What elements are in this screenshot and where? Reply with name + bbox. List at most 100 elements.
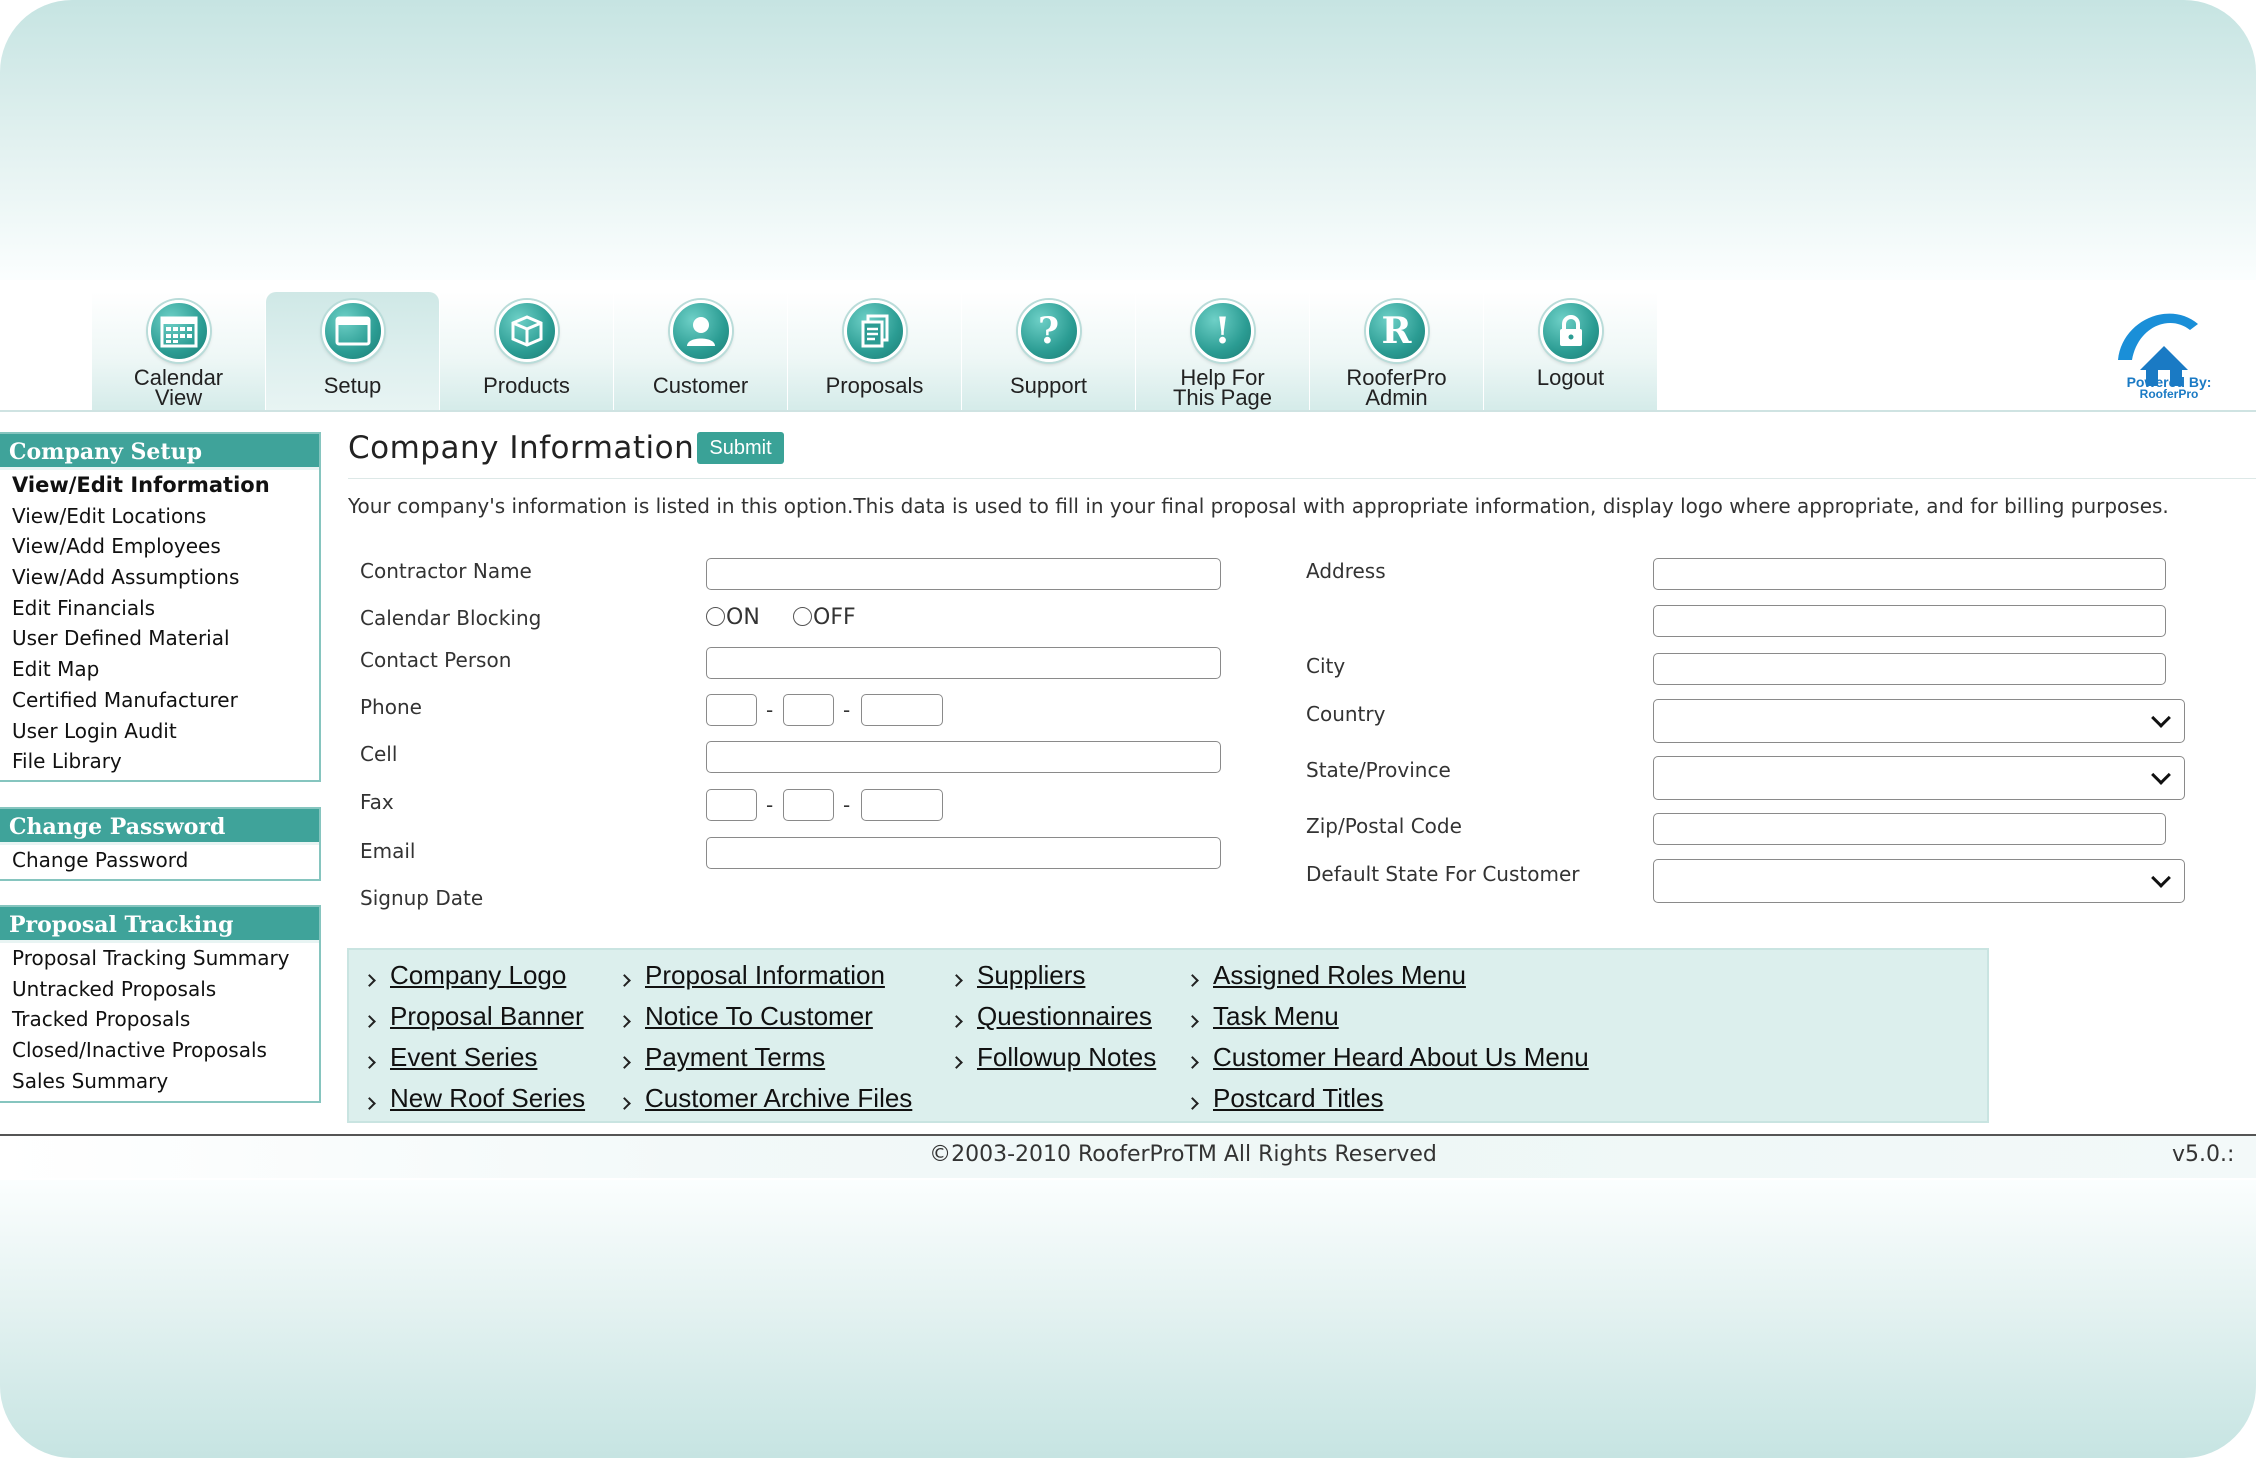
- sidebar-item-certified-manufacturer[interactable]: Certified Manufacturer: [0, 685, 319, 716]
- lock-icon: [1539, 300, 1602, 362]
- calendar-blocking-off-radio[interactable]: [793, 607, 812, 626]
- tab-label: RooferPro Admin: [1346, 365, 1447, 410]
- link-label: Assigned Roles Menu: [1213, 960, 1466, 990]
- app-window: Calendar View Setup Products Customer Pr…: [0, 0, 2256, 1458]
- link-label: Customer Heard About Us Menu: [1213, 1042, 1589, 1072]
- calendar-blocking-label: Calendar Blocking: [360, 606, 542, 630]
- address-line1-field[interactable]: [1653, 558, 2166, 590]
- default-state-label: Default State For Customer: [1306, 862, 1580, 886]
- tab-help[interactable]: ! Help For This Page: [1136, 292, 1309, 412]
- fax-area-code-field[interactable]: [706, 789, 757, 821]
- sidebar-item-user-defined-material[interactable]: User Defined Material: [0, 623, 319, 654]
- phone-line-field[interactable]: [861, 694, 943, 726]
- link-label: Questionnaires: [977, 1001, 1152, 1031]
- tab-label: Customer: [652, 373, 749, 398]
- sidebar-change-password: Change Password Change Password: [0, 807, 321, 881]
- country-select[interactable]: [1653, 699, 2185, 743]
- sidebar-item-change-password[interactable]: Change Password: [0, 845, 319, 876]
- setup-links-panel: [347, 948, 1989, 1123]
- tab-support[interactable]: ? Support: [962, 292, 1135, 412]
- city-label: City: [1306, 654, 1346, 678]
- calendar-blocking-on-radio[interactable]: [706, 607, 725, 626]
- tab-label: Support: [1009, 373, 1088, 398]
- exclamation-icon: !: [1191, 300, 1254, 362]
- fax-prefix-field[interactable]: [783, 789, 834, 821]
- link-label: Suppliers: [977, 960, 1086, 990]
- phone-prefix-field[interactable]: [783, 694, 834, 726]
- version-text: v5.0.:: [2172, 1142, 2235, 1167]
- page-title: Company Information: [348, 430, 695, 466]
- nav-divider: [0, 410, 2256, 412]
- phone-label: Phone: [360, 695, 422, 719]
- sidebar-company-setup: Company Setup View/Edit Information View…: [0, 432, 321, 782]
- contractor-name-field[interactable]: [706, 558, 1221, 590]
- sidebar-item-closed-inactive-proposals[interactable]: Closed/Inactive Proposals: [0, 1035, 319, 1066]
- tab-rooferpro-admin[interactable]: R RooferPro Admin: [1310, 292, 1483, 412]
- cell-label: Cell: [360, 742, 398, 766]
- sidebar-item-view-add-employees[interactable]: View/Add Employees: [0, 531, 319, 562]
- sidebar-item-edit-map[interactable]: Edit Map: [0, 654, 319, 685]
- tab-setup[interactable]: Setup: [266, 292, 439, 412]
- fax-line-field[interactable]: [861, 789, 943, 821]
- window-icon: [321, 300, 384, 362]
- sidebar-item-edit-financials[interactable]: Edit Financials: [0, 593, 319, 624]
- chevron-down-icon: [2151, 708, 2171, 728]
- chevron-down-icon: [2151, 765, 2171, 785]
- person-icon: [669, 300, 732, 362]
- box-icon: [495, 300, 558, 362]
- footer-background: [0, 1180, 2256, 1458]
- city-field[interactable]: [1653, 653, 2166, 685]
- fax-separator: -: [766, 793, 774, 817]
- email-field[interactable]: [706, 837, 1221, 869]
- sidebar-item-tracked-proposals[interactable]: Tracked Proposals: [0, 1004, 319, 1035]
- link-label: Company Logo: [390, 960, 567, 990]
- link-label: Payment Terms: [645, 1042, 826, 1072]
- link-label: Proposal Information: [645, 960, 885, 990]
- fax-separator: -: [843, 793, 851, 817]
- sidebar-item-file-library[interactable]: File Library: [0, 746, 319, 777]
- copyright-text: ©2003-2010 RooferProTM All Rights Reserv…: [929, 1142, 1437, 1167]
- sidebar-proposal-tracking: Proposal Tracking Proposal Tracking Summ…: [0, 905, 321, 1103]
- tab-calendar-view[interactable]: Calendar View: [92, 292, 265, 412]
- tab-label: Proposals: [825, 373, 924, 398]
- link-label: Customer Archive Files: [645, 1083, 913, 1113]
- phone-separator: -: [766, 698, 774, 722]
- sidebar-item-view-add-assumptions[interactable]: View/Add Assumptions: [0, 562, 319, 593]
- tab-logout[interactable]: Logout: [1484, 292, 1657, 412]
- state-province-label: State/Province: [1306, 758, 1451, 782]
- address-line2-field[interactable]: [1653, 605, 2166, 637]
- sidebar-item-view-edit-locations[interactable]: View/Edit Locations: [0, 501, 319, 532]
- state-province-select[interactable]: [1653, 756, 2185, 800]
- sidebar-heading: Proposal Tracking: [0, 907, 319, 943]
- link-label: Notice To Customer: [645, 1001, 873, 1031]
- sidebar-heading: Change Password: [0, 809, 319, 845]
- sidebar-item-user-login-audit[interactable]: User Login Audit: [0, 716, 319, 747]
- sidebar-item-sales-summary[interactable]: Sales Summary: [0, 1066, 319, 1097]
- phone-area-code-field[interactable]: [706, 694, 757, 726]
- zip-postal-code-field[interactable]: [1653, 813, 2166, 845]
- sidebar-item-proposal-tracking-summary[interactable]: Proposal Tracking Summary: [0, 943, 319, 974]
- country-label: Country: [1306, 702, 1386, 726]
- contact-person-field[interactable]: [706, 647, 1221, 679]
- tab-proposals[interactable]: Proposals: [788, 292, 961, 412]
- cell-field[interactable]: [706, 741, 1221, 773]
- link-label: Proposal Banner: [390, 1001, 584, 1031]
- page-description: Your company's information is listed in …: [348, 494, 2169, 518]
- tab-products[interactable]: Products: [440, 292, 613, 412]
- link-label: Task Menu: [1213, 1001, 1339, 1031]
- address-label: Address: [1306, 559, 1386, 583]
- submit-button[interactable]: Submit: [697, 432, 784, 464]
- tab-customer[interactable]: Customer: [614, 292, 787, 412]
- tab-label: Help For This Page: [1172, 365, 1273, 410]
- link-label: Postcard Titles: [1213, 1083, 1384, 1113]
- sidebar-item-view-edit-information[interactable]: View/Edit Information: [0, 470, 319, 501]
- header-background: [0, 0, 2256, 280]
- default-state-select[interactable]: [1653, 859, 2185, 903]
- powered-by-text: Powered By: RooferPro: [2114, 375, 2224, 400]
- contractor-name-label: Contractor Name: [360, 559, 532, 583]
- contact-person-label: Contact Person: [360, 648, 512, 672]
- signup-date-label: Signup Date: [360, 886, 484, 910]
- sidebar-heading: Company Setup: [0, 434, 319, 470]
- title-divider: [348, 478, 2256, 479]
- sidebar-item-untracked-proposals[interactable]: Untracked Proposals: [0, 974, 319, 1005]
